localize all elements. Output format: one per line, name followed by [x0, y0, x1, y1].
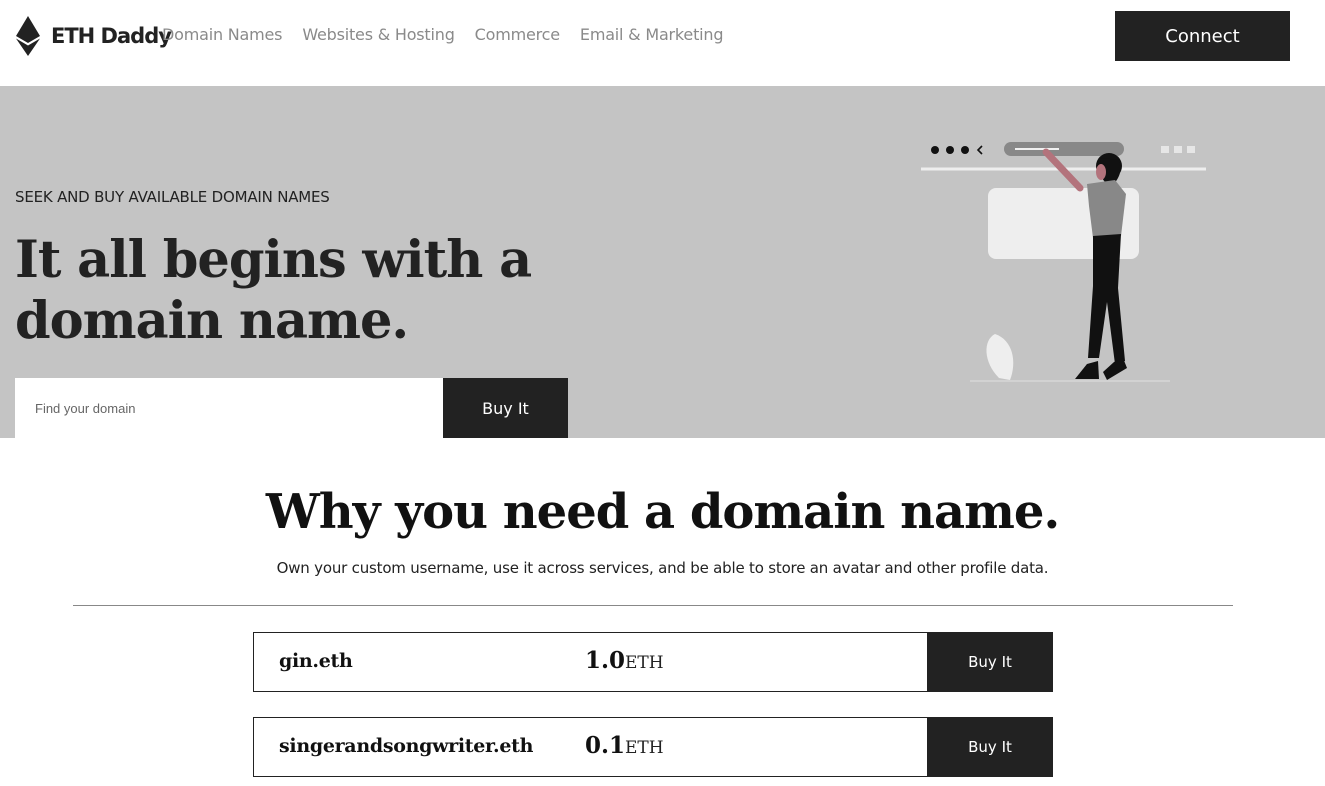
domain-search-input[interactable]: [15, 378, 443, 438]
domain-listing-name: gin.eth: [279, 650, 353, 672]
price-unit: ETH: [625, 738, 664, 758]
domain-listing-price: 1.0ETH: [585, 647, 664, 674]
brand-name: ETH Daddy: [51, 24, 172, 48]
nav-link-email-marketing[interactable]: Email & Marketing: [580, 25, 724, 44]
brand-logo-link[interactable]: ETH Daddy: [16, 16, 172, 56]
hero-section: SEEK AND BUY AVAILABLE DOMAIN NAMES It a…: [0, 86, 1325, 438]
hero-buy-button[interactable]: Buy It: [443, 378, 568, 438]
domain-search-form: Buy It: [15, 378, 568, 438]
price-value: 0.1: [585, 732, 626, 759]
nav-link-domain-names[interactable]: Domain Names: [162, 25, 283, 44]
domain-buy-button[interactable]: Buy It: [927, 632, 1053, 692]
hero-eyebrow: SEEK AND BUY AVAILABLE DOMAIN NAMES: [15, 188, 330, 206]
price-value: 1.0: [585, 647, 626, 674]
why-section-title: Why you need a domain name.: [265, 484, 1060, 540]
domain-listing: gin.eth 1.0ETH Buy It: [253, 632, 1053, 692]
ethereum-logo-icon: [16, 16, 40, 56]
connect-wallet-button[interactable]: Connect: [1115, 11, 1290, 61]
nav-link-commerce[interactable]: Commerce: [475, 25, 560, 44]
top-nav: ETH Daddy Domain Names Websites & Hostin…: [0, 0, 1325, 86]
domain-listing-name: singerandsongwriter.eth: [279, 735, 534, 757]
why-section-subtitle: Own your custom username, use it across …: [276, 559, 1049, 577]
hero-illustration: [921, 142, 1206, 382]
domain-buy-button[interactable]: Buy It: [927, 717, 1053, 777]
price-unit: ETH: [625, 653, 664, 673]
domain-listing: singerandsongwriter.eth 0.1ETH Buy It: [253, 717, 1053, 777]
domain-listing-price: 0.1ETH: [585, 732, 664, 759]
hero-title: It all begins with a domain name.: [15, 230, 532, 351]
section-divider: [73, 605, 1233, 606]
main-nav: Domain Names Websites & Hosting Commerce…: [162, 25, 743, 44]
nav-link-websites-hosting[interactable]: Websites & Hosting: [302, 25, 455, 44]
